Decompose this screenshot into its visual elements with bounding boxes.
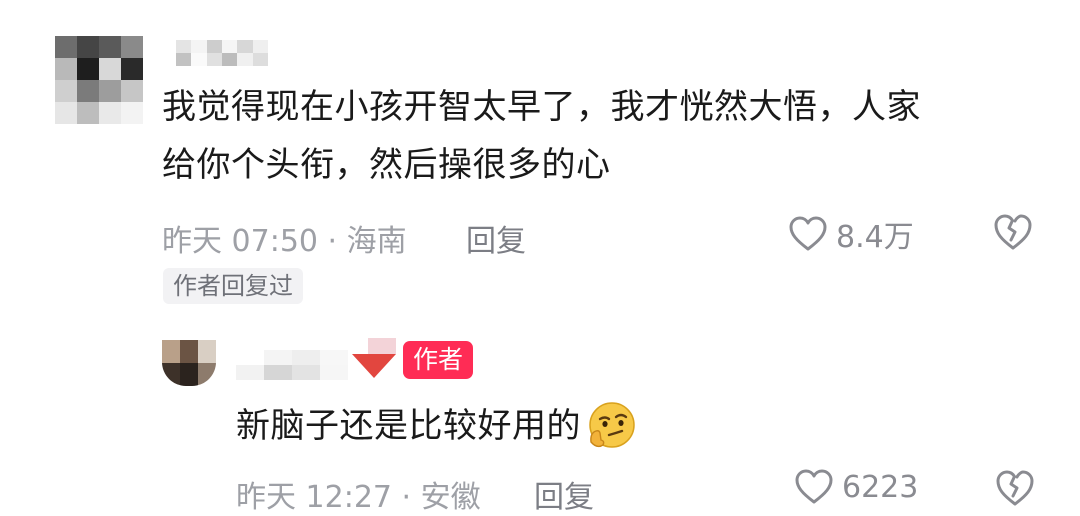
reply-text-row: 新脑子还是比较好用的 [236,397,637,455]
comment-text: 我觉得现在小孩开智太早了，我才恍然大悟，人家 给你个头衔，然后操很多的心 [162,78,1062,194]
comment-meta: 昨天 07:50 · 海南 [162,224,407,259]
commenter-avatar[interactable] [55,36,143,124]
comment-text-line-2: 给你个头衔，然后操很多的心 [162,145,611,185]
reply-text: 新脑子还是比较好用的 [236,406,581,446]
broken-heart-icon [994,214,1032,250]
broken-heart-icon [996,470,1034,506]
heart-emoji-mosaic [352,338,398,380]
thinking-smirk-emoji [589,402,635,448]
author-username[interactable] [236,350,348,380]
comment-text-line-1: 我觉得现在小孩开智太早了，我才恍然大悟，人家 [162,87,921,127]
reply-reply-button[interactable]: 回复 [534,472,594,516]
reply-dislike-button[interactable] [994,468,1036,512]
heart-outline-icon [795,469,833,504]
commenter-username[interactable] [176,40,268,66]
reply-meta: 昨天 12:27 · 安徽 [236,480,481,515]
comment-dislike-button[interactable] [992,212,1034,256]
comment-reply-button[interactable]: 回复 [466,216,526,260]
comment-like-count: 8.4万 [836,220,914,255]
author-replied-tag: 作者回复过 [163,268,303,304]
author-avatar[interactable] [162,340,216,386]
heart-outline-icon [789,216,827,251]
author-badge: 作者 [403,341,474,379]
reply-like-button[interactable]: 6223 [794,468,918,506]
comment-like-button[interactable]: 8.4万 [788,212,914,256]
reply-like-count: 6223 [842,469,919,505]
